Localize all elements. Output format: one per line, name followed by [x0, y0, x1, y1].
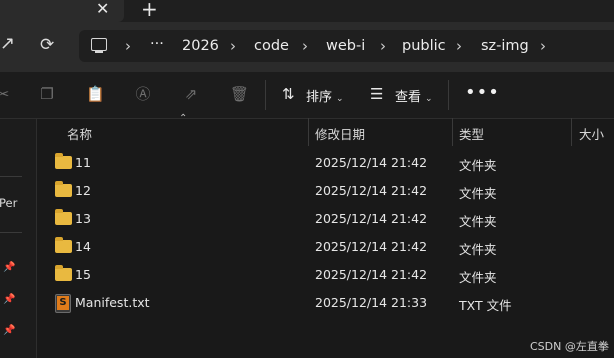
view-icon[interactable]: ☰ [370, 85, 383, 103]
copy-icon[interactable]: ❐ [38, 85, 56, 103]
sort-icon[interactable]: ⇅ [282, 85, 295, 103]
file-name: 11 [75, 155, 91, 170]
breadcrumb-code[interactable]: code [254, 38, 289, 54]
file-row[interactable]: 15 2025/12/14 21:42 文件夹 [44, 261, 614, 289]
this-pc-icon[interactable] [91, 38, 107, 53]
nav-divider [0, 232, 22, 233]
column-divider[interactable] [308, 118, 309, 146]
delete-icon[interactable]: 🗑 [230, 85, 249, 103]
folder-icon [55, 209, 72, 225]
file-row[interactable]: 13 2025/12/14 21:42 文件夹 [44, 205, 614, 233]
file-type: 文件夹 [459, 214, 497, 229]
watermark: CSDN @左直拳 [530, 340, 609, 353]
folder-icon [55, 181, 72, 197]
navigation-pane [0, 119, 37, 358]
more-options-button[interactable]: ••• [465, 82, 500, 103]
sublime-text-file-icon: S [55, 294, 71, 313]
sort-ascending-icon: ⌃ [179, 113, 188, 124]
column-divider[interactable] [452, 118, 453, 146]
chevron-down-icon: ⌄ [425, 94, 433, 104]
chevron-right-icon: › [302, 37, 308, 55]
sort-label: 排序 [306, 90, 333, 105]
view-button[interactable]: 查看 ⌄ [395, 86, 433, 105]
file-modified: 2025/12/14 21:33 [315, 295, 428, 310]
nav-divider [0, 176, 22, 177]
pin-icon[interactable]: 📌 [3, 294, 15, 305]
refresh-icon[interactable]: ⟳ [40, 35, 54, 55]
breadcrumb-overflow[interactable]: ··· [150, 36, 164, 52]
breadcrumb-2026[interactable]: 2026 [182, 38, 219, 54]
file-row[interactable]: S Manifest.txt 2025/12/14 21:33 TXT 文件 [44, 289, 614, 317]
share-icon[interactable]: ⇗ [182, 85, 200, 103]
file-row[interactable]: 11 2025/12/14 21:42 文件夹 [44, 149, 614, 177]
chevron-right-icon: › [456, 37, 462, 55]
new-tab-icon[interactable]: + [141, 0, 158, 21]
column-header-name[interactable]: 名称 [67, 124, 92, 143]
nav-item-personal[interactable]: Per [0, 196, 17, 210]
folder-icon [55, 237, 72, 253]
chevron-right-icon: › [380, 37, 386, 55]
file-type: TXT 文件 [459, 298, 512, 313]
column-header-size[interactable]: 大小 [579, 124, 604, 143]
up-arrow-icon[interactable]: ↗ [0, 33, 15, 54]
sort-button[interactable]: 排序 ⌄ [306, 86, 344, 105]
file-name: Manifest.txt [75, 295, 150, 310]
file-type: 文件夹 [459, 158, 497, 173]
paste-icon[interactable]: 📋 [86, 85, 105, 103]
column-header-modified[interactable]: 修改日期 [315, 124, 365, 143]
view-label: 查看 [395, 90, 422, 105]
cut-icon[interactable]: ✂ [0, 85, 12, 103]
breadcrumb-sz-img[interactable]: sz-img [481, 38, 529, 54]
file-name: 13 [75, 211, 91, 226]
folder-icon [55, 153, 72, 169]
breadcrumb-web-i[interactable]: web-i [326, 38, 365, 54]
folder-icon [55, 265, 72, 281]
file-modified: 2025/12/14 21:42 [315, 239, 428, 254]
file-type: 文件夹 [459, 270, 497, 285]
file-modified: 2025/12/14 21:42 [315, 183, 428, 198]
pin-icon[interactable]: 📌 [3, 262, 15, 273]
toolbar-divider [265, 80, 266, 110]
chevron-right-icon: › [230, 37, 236, 55]
breadcrumb-public[interactable]: public [402, 38, 446, 54]
column-header-type[interactable]: 类型 [459, 124, 484, 143]
file-type: 文件夹 [459, 186, 497, 201]
file-name: 15 [75, 267, 91, 282]
pin-icon[interactable]: 📌 [3, 325, 15, 336]
file-name: 12 [75, 183, 91, 198]
chevron-right-icon: › [125, 37, 131, 55]
chevron-right-icon[interactable]: › [540, 37, 546, 55]
rename-icon[interactable]: Ⓐ [134, 85, 152, 103]
file-name: 14 [75, 239, 91, 254]
toolbar-divider [448, 80, 449, 110]
chevron-down-icon: ⌄ [336, 94, 344, 104]
file-modified: 2025/12/14 21:42 [315, 267, 428, 282]
file-row[interactable]: 14 2025/12/14 21:42 文件夹 [44, 233, 614, 261]
file-type: 文件夹 [459, 242, 497, 257]
close-tab-icon[interactable]: ✕ [96, 0, 109, 18]
file-row[interactable]: 12 2025/12/14 21:42 文件夹 [44, 177, 614, 205]
column-divider[interactable] [571, 118, 572, 146]
file-modified: 2025/12/14 21:42 [315, 211, 428, 226]
file-modified: 2025/12/14 21:42 [315, 155, 428, 170]
